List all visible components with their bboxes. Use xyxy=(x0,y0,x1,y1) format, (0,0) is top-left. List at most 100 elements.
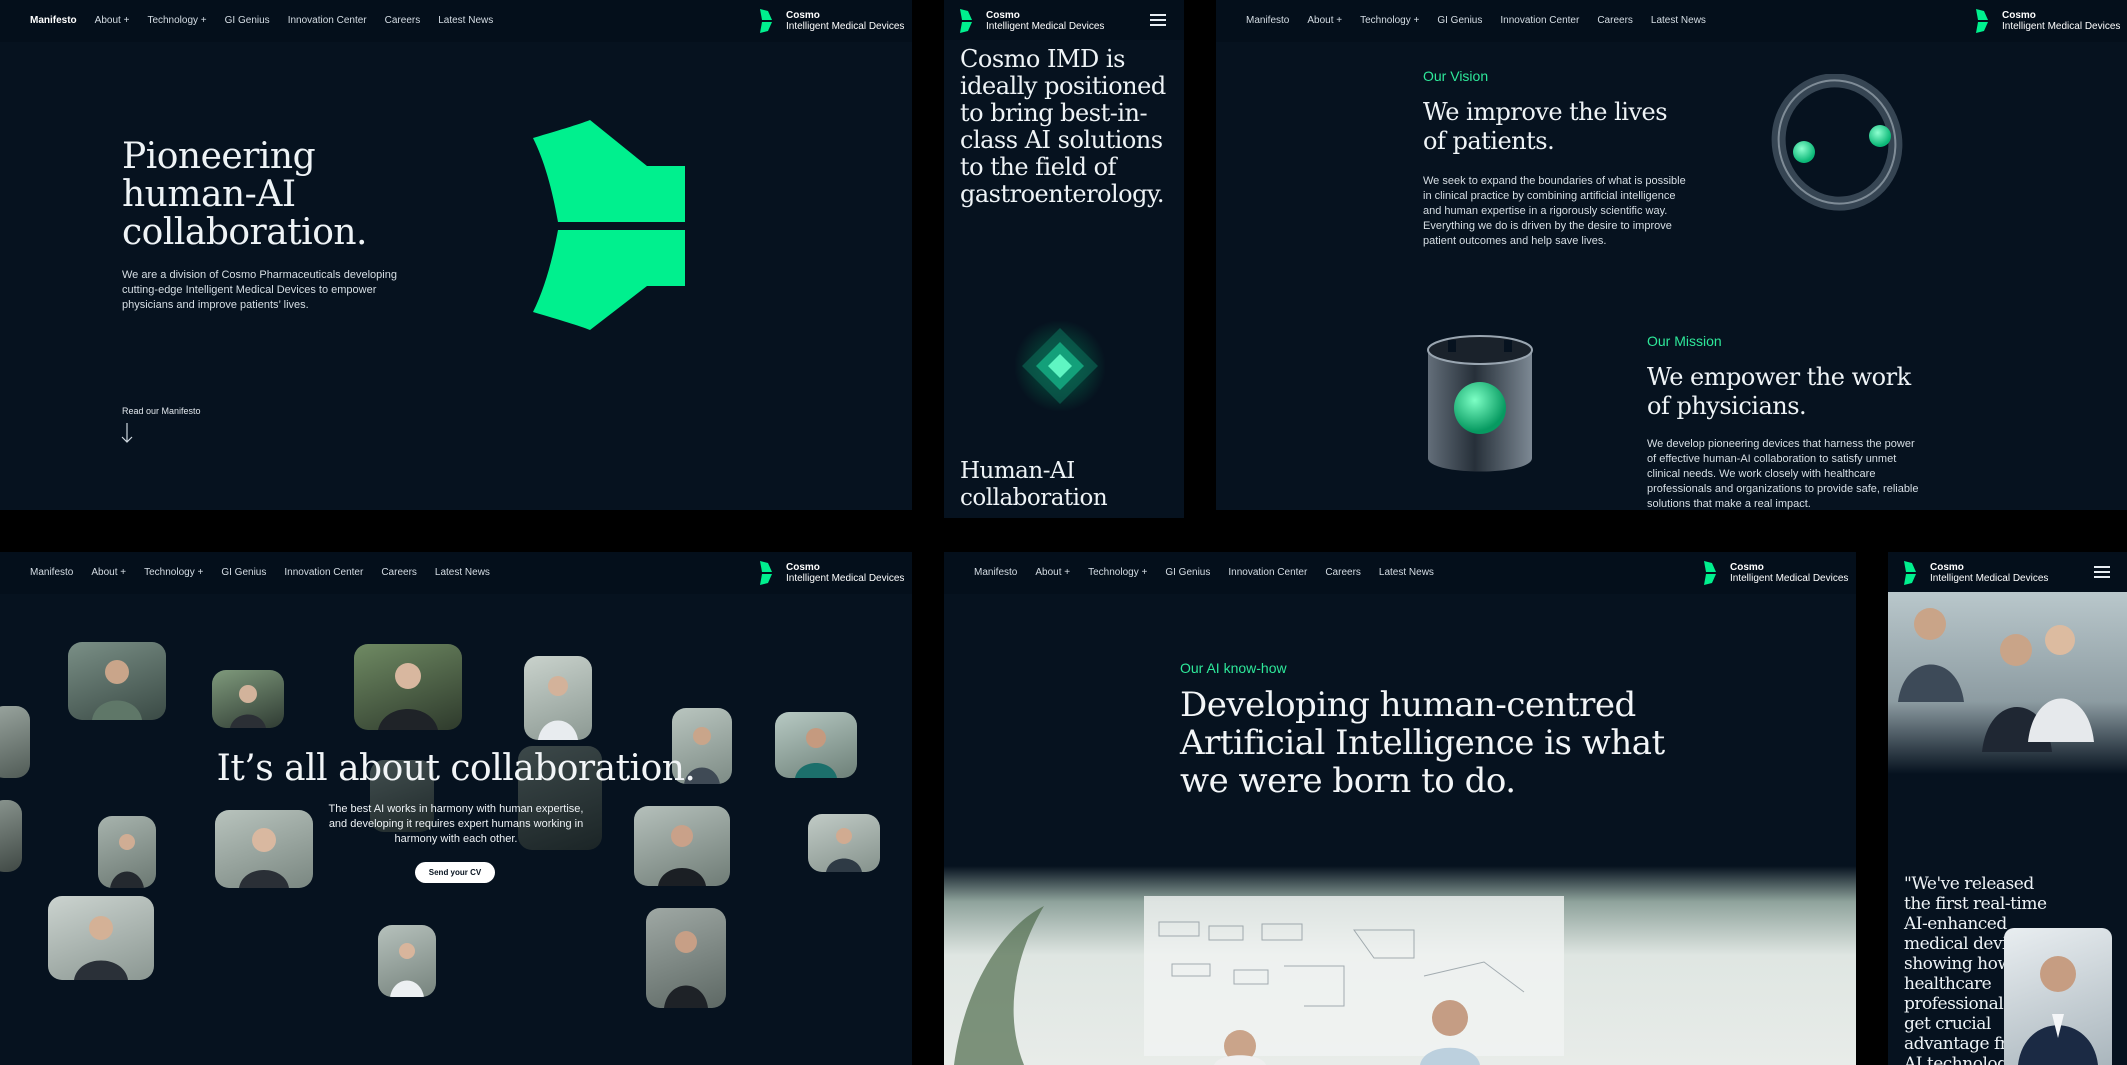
nav-innovation-center[interactable]: Innovation Center xyxy=(1500,15,1579,26)
nav-gi-genius[interactable]: GI Genius xyxy=(221,567,266,578)
panel-careers: Manifesto About + Technology + GI Genius… xyxy=(0,552,912,1065)
panel-mobile-quote: Cosmo Intelligent Medical Devices "We've … xyxy=(1888,552,2127,1065)
cylinder-orb-graphic xyxy=(1427,335,1533,472)
logo-line-2: Intelligent Medical Devices xyxy=(2002,21,2121,32)
logo-line-2: Intelligent Medical Devices xyxy=(786,21,905,32)
team-photo xyxy=(212,670,284,728)
logo-icon xyxy=(1976,9,1988,33)
know-how-title-line: we were born to do. xyxy=(1180,761,1516,801)
brand-logo[interactable]: Cosmo Intelligent Medical Devices xyxy=(1902,560,2048,586)
top-nav: Manifesto About + Technology + GI Genius… xyxy=(0,552,912,594)
positioning-statement: Cosmo IMD is ideally positioned to bring… xyxy=(960,45,1166,208)
diamond-graphic xyxy=(1014,320,1106,412)
nav-careers[interactable]: Careers xyxy=(381,567,417,578)
know-how-eyebrow: Our AI know-how xyxy=(1180,660,1287,676)
careers-body-line: harmony with each other. xyxy=(394,833,518,845)
nav-gi-genius[interactable]: GI Genius xyxy=(1437,15,1482,26)
logo-icon xyxy=(1704,561,1716,585)
team-office-photo xyxy=(1888,592,2127,774)
logo-line-1: Cosmo xyxy=(1730,562,1764,573)
nav-latest-news[interactable]: Latest News xyxy=(438,15,493,26)
nav-innovation-center[interactable]: Innovation Center xyxy=(288,15,367,26)
hero-title-line: Pioneering xyxy=(122,136,316,177)
arrow-down-icon[interactable] xyxy=(121,422,133,444)
nav-about[interactable]: About + xyxy=(1307,15,1342,26)
mission-eyebrow: Our Mission xyxy=(1647,333,1722,349)
logo-line-2: Intelligent Medical Devices xyxy=(1730,573,1849,584)
careers-body-line: The best AI works in harmony with human … xyxy=(328,803,584,815)
nav-manifesto[interactable]: Manifesto xyxy=(1246,15,1289,26)
nav-careers[interactable]: Careers xyxy=(1325,567,1361,578)
nav-about[interactable]: About + xyxy=(1035,567,1070,578)
careers-body: The best AI works in harmony with human … xyxy=(0,802,912,847)
vision-body: We seek to expand the boundaries of what… xyxy=(1423,175,1686,247)
send-cv-button[interactable]: Send your CV xyxy=(415,862,495,883)
nav-latest-news[interactable]: Latest News xyxy=(435,567,490,578)
nav-manifesto[interactable]: Manifesto xyxy=(30,567,73,578)
nav-technology[interactable]: Technology + xyxy=(1088,567,1147,578)
team-photo xyxy=(48,896,154,980)
logo-line-1: Cosmo xyxy=(786,10,820,21)
know-how-title-line: Developing human-centred xyxy=(1180,685,1636,725)
mobile-nav: Cosmo Intelligent Medical Devices xyxy=(944,0,1184,40)
logo-icon xyxy=(1904,561,1916,585)
top-nav: Manifesto About + Technology + GI Genius… xyxy=(944,552,1856,594)
ring-orb-graphic xyxy=(1771,74,1903,211)
mission-title: We empower the work of physicians. xyxy=(1647,363,1911,421)
nav-manifesto[interactable]: Manifesto xyxy=(974,567,1017,578)
nav-technology[interactable]: Technology + xyxy=(147,15,206,26)
vision-title-line: of patients. xyxy=(1423,127,1555,155)
nav-manifesto[interactable]: Manifesto xyxy=(30,15,77,26)
brand-logo[interactable]: Cosmo Intelligent Medical Devices xyxy=(758,8,904,34)
brand-logo[interactable]: Cosmo Intelligent Medical Devices xyxy=(758,560,904,586)
top-nav: Manifesto About + Technology + GI Genius… xyxy=(0,0,912,42)
nav-innovation-center[interactable]: Innovation Center xyxy=(1228,567,1307,578)
brand-logo[interactable]: Cosmo Intelligent Medical Devices xyxy=(1974,8,2120,34)
mission-body: We develop pioneering devices that harne… xyxy=(1647,438,1919,510)
nav-latest-news[interactable]: Latest News xyxy=(1651,15,1706,26)
nav-innovation-center[interactable]: Innovation Center xyxy=(284,567,363,578)
vision-eyebrow: Our Vision xyxy=(1423,68,1489,84)
nav-latest-news[interactable]: Latest News xyxy=(1379,567,1434,578)
logo-icon xyxy=(960,9,972,33)
nav-careers[interactable]: Careers xyxy=(1597,15,1633,26)
logo-icon xyxy=(760,9,772,33)
panel-hero: Manifesto About + Technology + GI Genius… xyxy=(0,0,912,510)
careers-title: It’s all about collaboration. xyxy=(216,748,696,789)
nav-about[interactable]: About + xyxy=(91,567,126,578)
speaker-portrait xyxy=(2004,928,2112,1065)
logo-line-1: Cosmo xyxy=(2002,10,2036,21)
team-photo xyxy=(378,925,436,997)
hamburger-menu-icon[interactable] xyxy=(1150,14,1166,26)
nav-gi-genius[interactable]: GI Genius xyxy=(225,15,270,26)
logo-line-1: Cosmo xyxy=(1930,562,1964,573)
logo-line-2: Intelligent Medical Devices xyxy=(1930,573,2049,584)
quote-line: "We've released xyxy=(1904,874,2034,894)
brand-logo[interactable]: Cosmo Intelligent Medical Devices xyxy=(1702,560,1848,586)
panel-mobile-positioning: Cosmo Intelligent Medical Devices Cosmo I… xyxy=(944,0,1184,518)
hamburger-menu-icon[interactable] xyxy=(2094,566,2110,578)
nav-technology[interactable]: Technology + xyxy=(144,567,203,578)
office-whiteboard-photo xyxy=(944,866,1856,1065)
team-photo xyxy=(354,644,462,730)
mobile-caption-line: collaboration xyxy=(960,485,1108,511)
panel-ai-know-how: Manifesto About + Technology + GI Genius… xyxy=(944,552,1856,1065)
manifesto-link[interactable]: Read our Manifesto xyxy=(122,406,201,416)
nav-technology[interactable]: Technology + xyxy=(1360,15,1419,26)
nav-careers[interactable]: Careers xyxy=(385,15,421,26)
mission-title-line: We empower the work xyxy=(1647,363,1911,391)
mobile-caption-line: Human-AI xyxy=(960,458,1075,484)
nav-gi-genius[interactable]: GI Genius xyxy=(1165,567,1210,578)
hero-title-line: human-AI xyxy=(122,174,296,215)
panel-vision-mission: Manifesto About + Technology + GI Genius… xyxy=(1216,0,2127,510)
mobile-caption: Human-AI collaboration xyxy=(960,458,1108,512)
brand-logo[interactable]: Cosmo Intelligent Medical Devices xyxy=(958,8,1104,34)
top-nav: Manifesto About + Technology + GI Genius… xyxy=(1216,0,2127,42)
nav-about[interactable]: About + xyxy=(95,15,130,26)
hero-title-line: collaboration. xyxy=(122,212,368,253)
hero-title: Pioneering human-AI collaboration. xyxy=(122,136,368,253)
quote-line: the first real-time xyxy=(1904,894,2047,914)
vision-title-line: We improve the lives xyxy=(1423,98,1668,126)
careers-body-line: and developing it requires expert humans… xyxy=(328,818,584,830)
brand-chevron-graphic xyxy=(533,120,685,330)
